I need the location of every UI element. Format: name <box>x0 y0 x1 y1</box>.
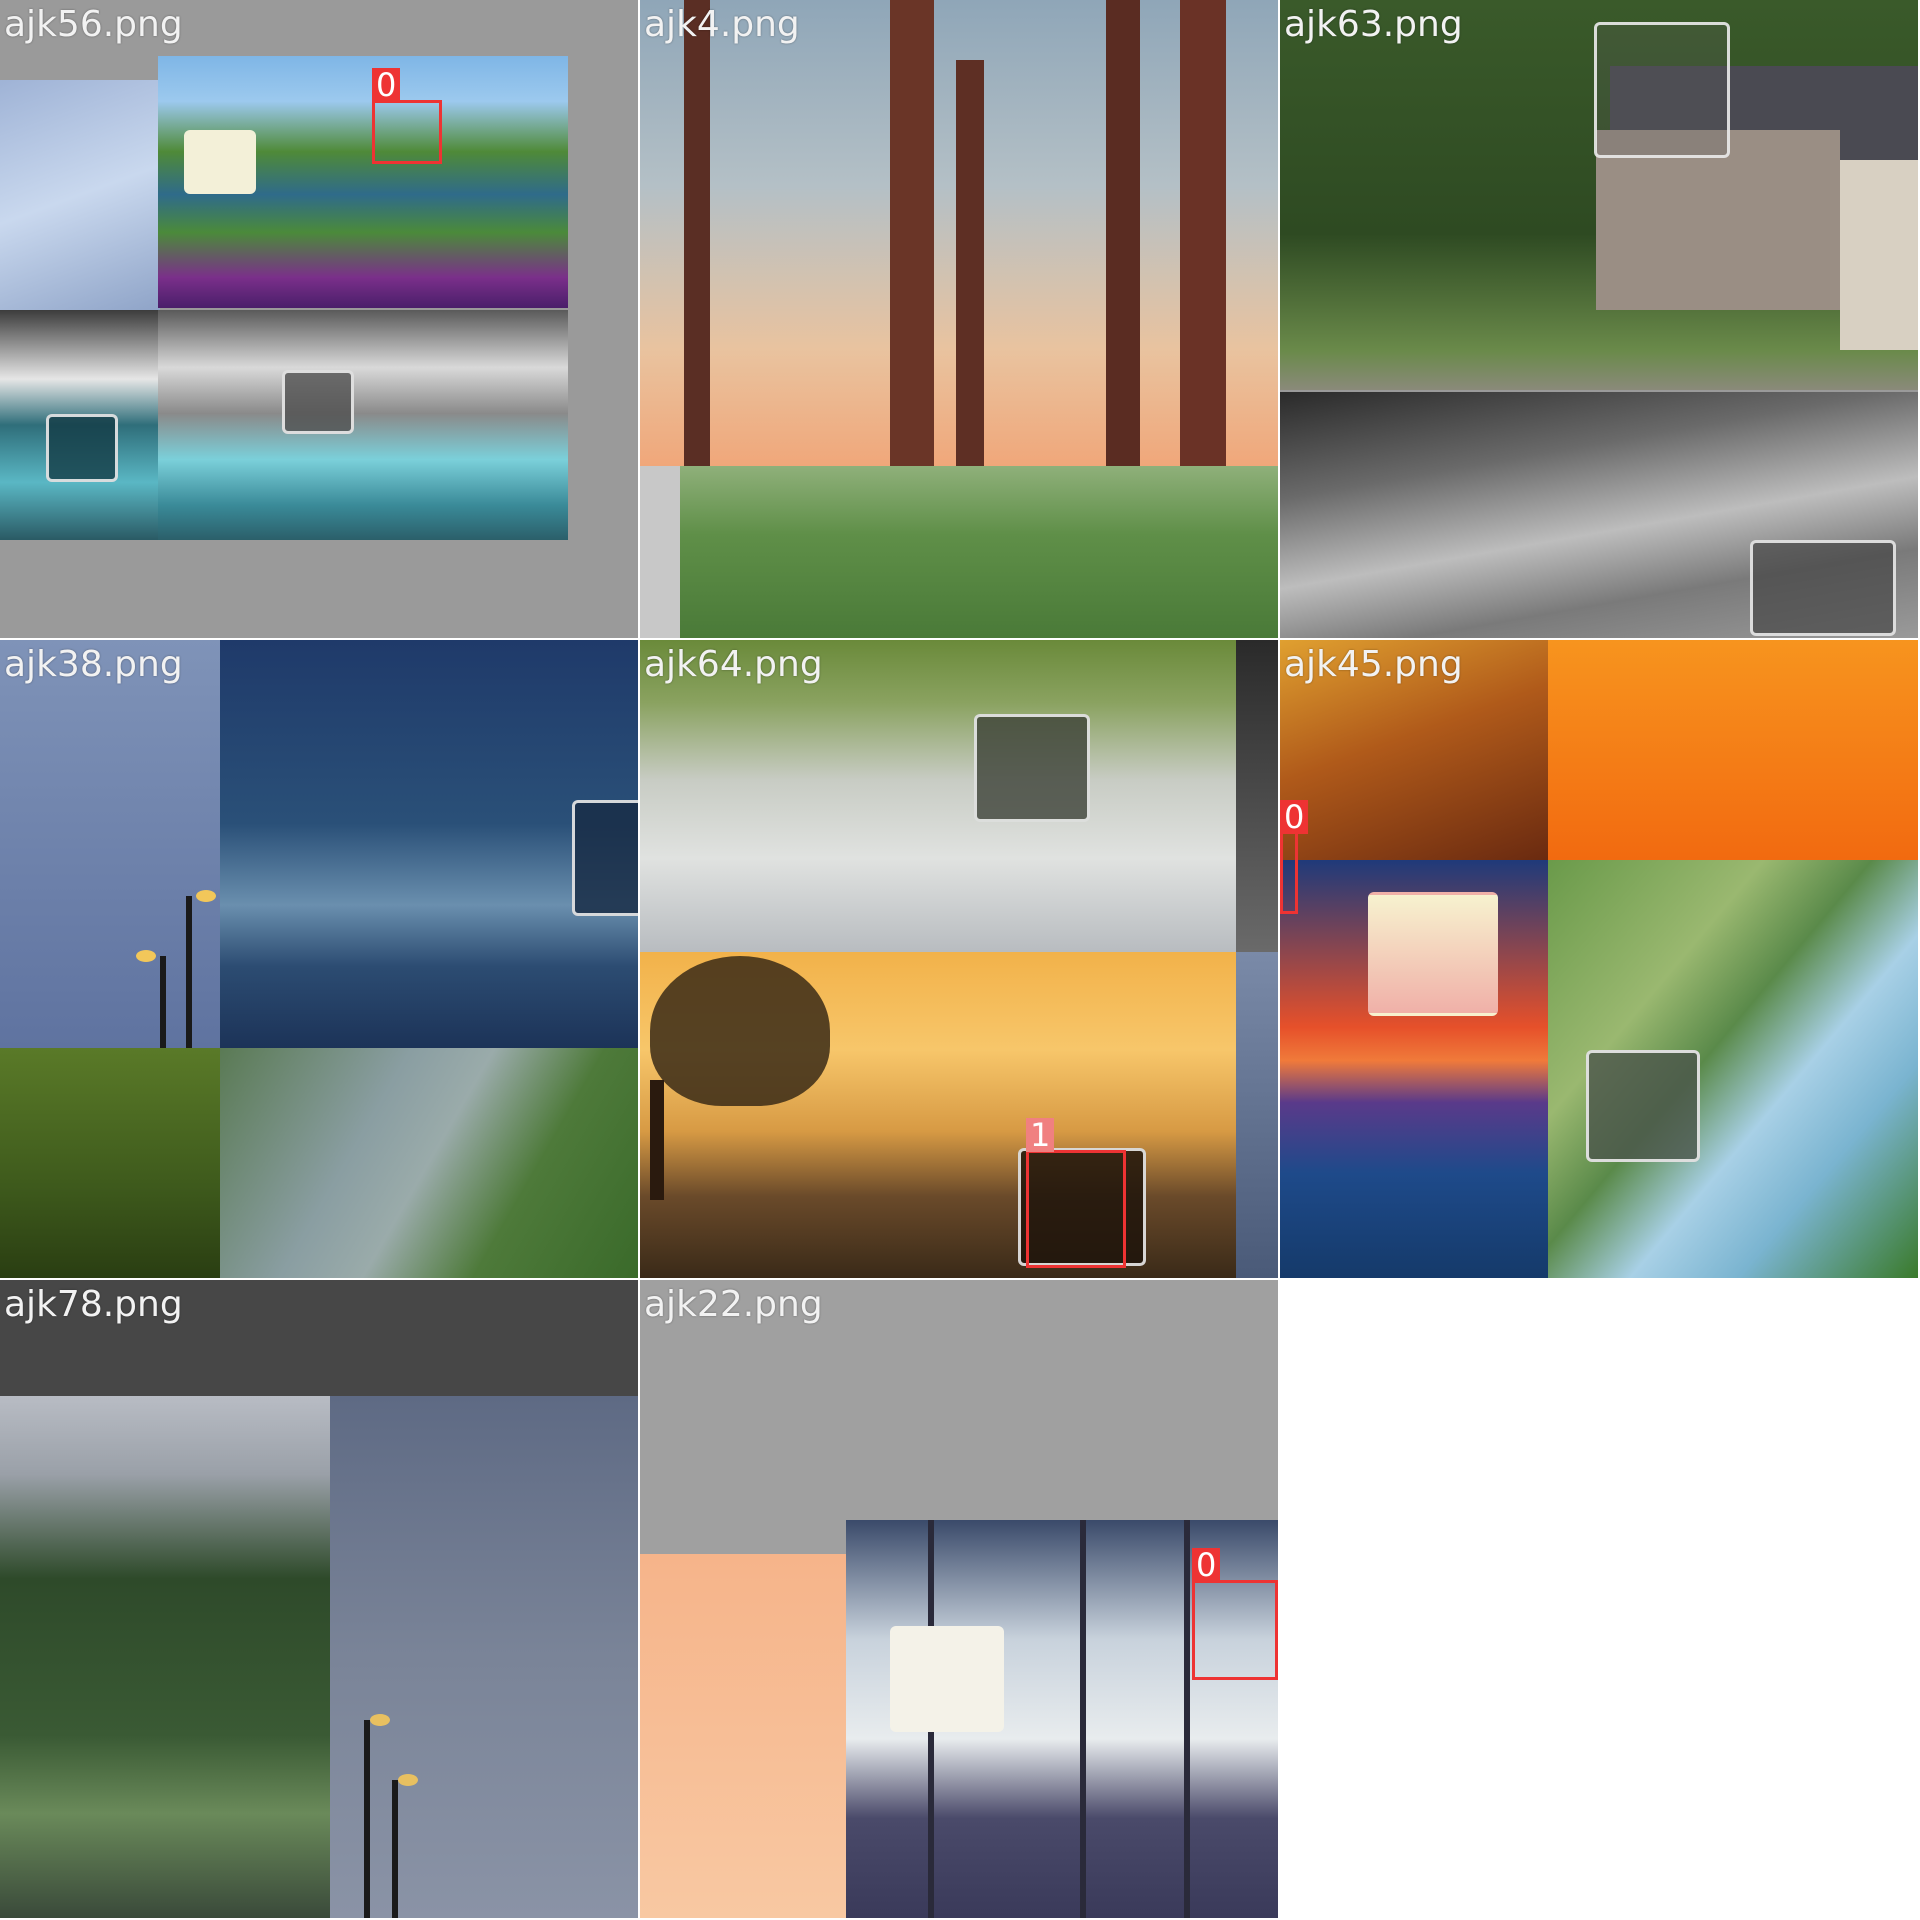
mosaic-tile-ajk38: ajk38.png <box>0 640 638 1278</box>
puzzle-piece-gray <box>1750 540 1896 636</box>
tile-filename: ajk22.png <box>644 1284 823 1325</box>
lamp-post-2 <box>392 1780 398 1918</box>
window-frame-2 <box>1080 1520 1086 1918</box>
puzzle-piece-white <box>890 1626 1004 1732</box>
puzzle-piece-dark <box>46 414 118 482</box>
lamp-post-1 <box>364 1720 370 1918</box>
tree-trunk-3 <box>956 60 984 466</box>
puzzle-piece-white <box>1368 892 1498 1016</box>
puzzle-piece-outline <box>1594 22 1730 158</box>
puzzle-piece-white <box>184 130 256 194</box>
puzzle-piece-gray <box>974 714 1090 822</box>
forest-photo <box>680 466 1278 638</box>
mountain-lake-photo <box>158 310 568 540</box>
dark-rock-photo <box>1236 640 1278 952</box>
tree-trunk-2 <box>890 0 934 466</box>
blue-strip-photo <box>1236 952 1278 1278</box>
tile-filename: ajk64.png <box>644 644 823 685</box>
bbox <box>372 100 442 164</box>
lamp-light-1 <box>196 890 216 902</box>
bbox-label: 0 <box>372 68 401 102</box>
lamp-light-2 <box>136 950 156 962</box>
tile-filename: ajk4.png <box>644 4 800 45</box>
tree-trunk-4 <box>1106 0 1140 466</box>
lake-reflection-photo <box>640 640 1236 952</box>
bbox-label: 1 <box>1026 1118 1055 1152</box>
tree-trunk <box>650 1080 664 1200</box>
mosaic-tile-ajk4: ajk4.png <box>640 0 1278 638</box>
puzzle-piece-gray <box>1586 1050 1700 1162</box>
bbox <box>1192 1580 1278 1680</box>
mosaic-tile-ajk64: 1 ajk64.png <box>640 640 1278 1278</box>
treeline-lake-photo <box>0 1396 330 1918</box>
puzzle-piece-dark <box>572 800 638 916</box>
tile-filename: ajk38.png <box>4 644 183 685</box>
lamp-post-1 <box>186 896 192 1048</box>
orange-sky-photo <box>1548 640 1918 860</box>
peach-gradient-photo <box>640 1554 846 1918</box>
tile-filename: ajk63.png <box>1284 4 1463 45</box>
tree-trunk-5 <box>1180 0 1226 466</box>
tree-silhouette <box>650 956 830 1106</box>
lamp-light-1 <box>370 1714 390 1726</box>
mosaic-tile-ajk22: 0 ajk22.png <box>640 1280 1278 1918</box>
mosaic-tile-ajk56: 0 ajk56.png <box>0 0 638 638</box>
bbox-label: 0 <box>1192 1548 1221 1582</box>
mosaic-tile-ajk78: ajk78.png <box>0 1280 638 1918</box>
window-frame-3 <box>1184 1520 1190 1918</box>
lamp-light-2 <box>398 1774 418 1786</box>
bbox-label: 0 <box>1280 800 1309 834</box>
stormy-sky-photo <box>330 1396 638 1918</box>
water-photo <box>0 80 160 310</box>
puzzle-piece-gray <box>282 370 354 434</box>
house-wing <box>1840 160 1918 350</box>
tree-foliage-photo <box>0 1048 220 1278</box>
mosaic-tile-ajk63: ajk63.png <box>1280 0 1918 638</box>
tree-trunk-1 <box>684 0 710 466</box>
tile-filename: ajk45.png <box>1284 644 1463 685</box>
river-valley-photo <box>220 1048 638 1278</box>
bbox <box>1026 1150 1126 1268</box>
tile-filename: ajk56.png <box>4 4 183 45</box>
tile-filename: ajk78.png <box>4 1284 183 1325</box>
lamp-post-2 <box>160 956 166 1048</box>
mosaic-tile-ajk45: 0 ajk45.png <box>1280 640 1918 1278</box>
